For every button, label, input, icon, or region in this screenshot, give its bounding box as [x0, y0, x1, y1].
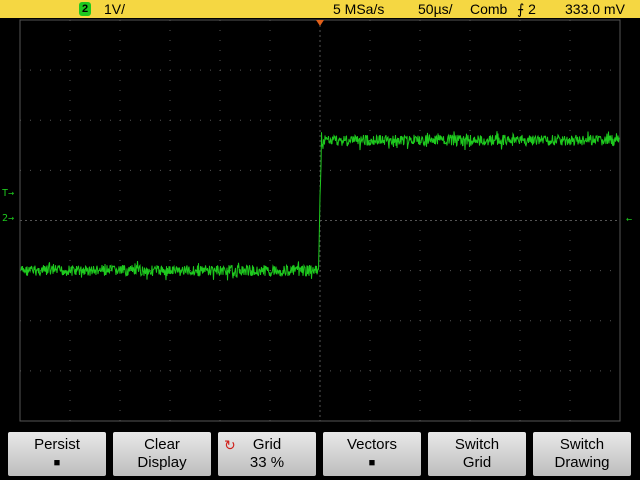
volts-per-div-readout[interactable]: 1V/ [104, 0, 125, 18]
status-bar: 2 1V/ 5 MSa/s 50µs/ Comb ⨍ 2 333.0 mV [0, 0, 640, 18]
clear-display-softkey[interactable]: Clear Display [113, 432, 211, 476]
clear-display-label-2: Display [137, 454, 187, 471]
vectors-indicator: ■ [368, 457, 376, 469]
switch-grid-label-1: Switch [454, 436, 500, 453]
time-per-div-readout[interactable]: 50µs/ [418, 0, 453, 18]
trigger-level-readout[interactable]: 333.0 mV [565, 0, 625, 18]
trigger-level-marker-right[interactable]: ← [626, 215, 632, 225]
waveform-graticule [19, 19, 621, 422]
persist-label: Persist [34, 436, 80, 453]
persist-softkey[interactable]: Persist ■ [8, 432, 106, 476]
grid-intensity-softkey[interactable]: ↻ Grid 33 % [218, 432, 316, 476]
waveform-display: T→ 2→ ← [0, 18, 640, 428]
vectors-softkey[interactable]: Vectors ■ [323, 432, 421, 476]
softkey-bar: Persist ■ Clear Display ↻ Grid 33 % Vect… [0, 428, 640, 480]
channel-badge[interactable]: 2 [79, 2, 91, 16]
grid-intensity-value: 33 % [249, 454, 285, 471]
vectors-label: Vectors [346, 436, 398, 453]
persist-indicator: ■ [53, 457, 61, 469]
switch-grid-softkey[interactable]: Switch Grid [428, 432, 526, 476]
oscilloscope-screen: 2 1V/ 5 MSa/s 50µs/ Comb ⨍ 2 333.0 mV T→… [0, 0, 640, 480]
switch-drawing-softkey[interactable]: Switch Drawing [533, 432, 631, 476]
rotate-knob-icon: ↻ [224, 437, 236, 453]
sample-rate-readout: 5 MSa/s [333, 1, 385, 17]
trigger-position-marker[interactable] [316, 20, 324, 26]
channel-2-trace [20, 131, 620, 281]
switch-grid-label-2: Grid [462, 454, 492, 471]
channel-ground-marker[interactable]: 2→ [2, 214, 14, 224]
switch-drawing-label-2: Drawing [554, 454, 610, 471]
trigger-level-marker-left[interactable]: T→ [2, 189, 14, 199]
trigger-mode-readout[interactable]: Comb [470, 0, 507, 18]
switch-drawing-label-1: Switch [559, 436, 605, 453]
clear-display-label-1: Clear [144, 436, 180, 453]
trigger-source-readout[interactable]: ⨍ 2 [517, 0, 536, 18]
